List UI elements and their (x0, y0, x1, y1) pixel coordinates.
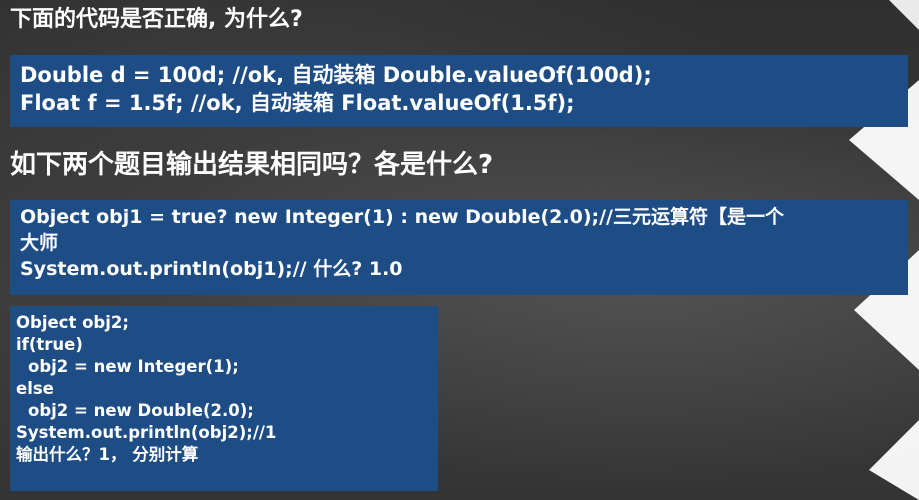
question1-code-box: Double d = 100d; //ok, 自动装箱 Double.value… (10, 55, 908, 127)
code-line: Float f = 1.5f; //ok, 自动装箱 Float.valueOf… (20, 91, 575, 115)
question2-heading: 如下两个题目输出结果相同吗？各是什么? (10, 150, 494, 180)
code-line: else (16, 379, 54, 398)
code-line: obj2 = new Integer(1); (28, 357, 239, 376)
code-line: System.out.println(obj2);//1 (16, 423, 277, 442)
ternary-code-box: Object obj1 = true? new Integer(1) : new… (10, 200, 908, 295)
code-line: 大师 (20, 232, 59, 254)
code-line: Double d = 100d; //ok, 自动装箱 Double.value… (20, 63, 652, 87)
code-line: Object obj2; (16, 313, 129, 332)
code-line: if(true) (16, 335, 83, 354)
if-else-code-box: Object obj2; if(true) obj2 = new Integer… (10, 306, 438, 491)
code-line: 输出什么？1， 分别计算 (16, 445, 199, 464)
code-line: System.out.println(obj1);// 什么? 1.0 (20, 258, 403, 280)
question1-heading: 下面的代码是否正确, 为什么? (10, 7, 303, 32)
code-line: obj2 = new Double(2.0); (28, 401, 254, 420)
code-line: Object obj1 = true? new Integer(1) : new… (20, 206, 784, 228)
